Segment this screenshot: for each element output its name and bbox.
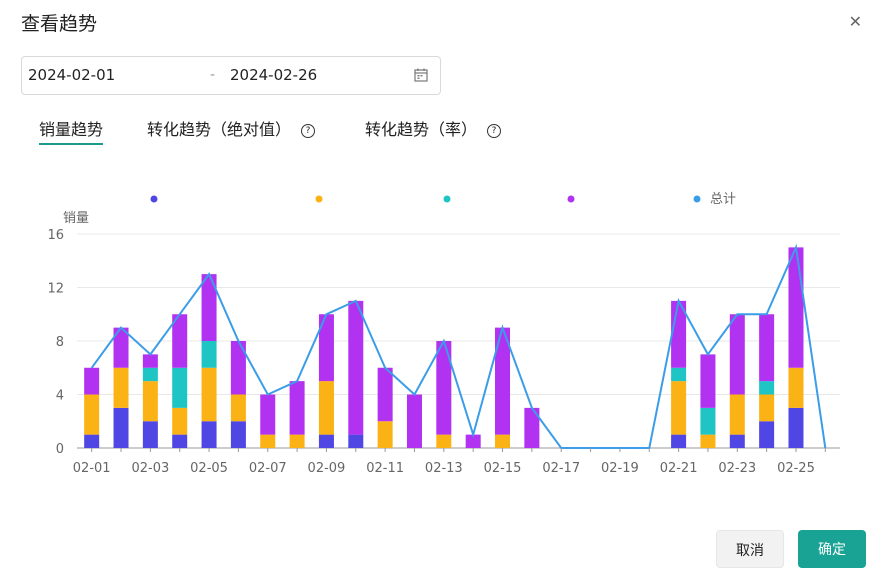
bar-segment xyxy=(260,434,276,448)
bar-segment xyxy=(142,367,158,382)
bar-segment xyxy=(759,421,775,448)
bar-segment xyxy=(318,381,334,435)
bar-segment xyxy=(201,421,217,448)
bar-segment xyxy=(289,434,305,448)
bar-segment xyxy=(788,247,804,368)
bar-segment xyxy=(348,300,364,435)
cancel-button[interactable]: 取消 xyxy=(716,530,784,568)
y-tick-label: 8 xyxy=(56,335,64,350)
bar-segment xyxy=(406,394,422,448)
x-tick-label: 02-15 xyxy=(484,461,522,476)
bar-segment xyxy=(671,434,687,448)
x-tick-label: 02-17 xyxy=(542,461,580,476)
bar-segment xyxy=(671,367,687,382)
bar-segment xyxy=(172,434,188,448)
x-tick-label: 02-11 xyxy=(366,461,404,476)
bar-segment xyxy=(230,394,246,422)
bar-segment xyxy=(142,421,158,448)
x-tick-label: 02-23 xyxy=(718,461,756,476)
bar-segment xyxy=(201,367,217,422)
bar-segment xyxy=(142,381,158,422)
x-tick-label: 02-19 xyxy=(601,461,639,476)
x-tick-label: 02-05 xyxy=(190,461,228,476)
legend-marker xyxy=(693,195,701,203)
bar-segment xyxy=(84,367,100,395)
x-tick-label: 02-25 xyxy=(777,461,815,476)
bar-segment xyxy=(260,394,276,435)
x-tick-label: 02-13 xyxy=(425,461,463,476)
bar-segment xyxy=(172,407,188,435)
x-tick-label: 02-09 xyxy=(308,461,346,476)
bar-segment xyxy=(700,354,716,408)
legend-marker xyxy=(443,195,451,203)
bar-segment xyxy=(230,421,246,448)
bar-segment xyxy=(759,381,775,395)
y-tick-label: 12 xyxy=(47,282,64,297)
bar-segment xyxy=(788,367,804,408)
bar-segment xyxy=(201,341,217,368)
y-tick-label: 16 xyxy=(47,228,64,243)
bar-segment xyxy=(671,381,687,435)
x-tick-label: 02-03 xyxy=(131,461,169,476)
legend-marker xyxy=(315,195,323,203)
bar-segment xyxy=(289,381,305,435)
bar-segment xyxy=(700,434,716,448)
bar-segment xyxy=(172,367,188,408)
y-axis-label: 销量 xyxy=(63,211,89,226)
bar-segment xyxy=(348,434,364,448)
bar-segment xyxy=(142,354,158,368)
bar-segment xyxy=(436,434,452,448)
legend-marker xyxy=(150,195,158,203)
bar-segment xyxy=(700,407,716,435)
bar-segment xyxy=(113,367,129,408)
bar-segment xyxy=(729,434,745,448)
bar-segment xyxy=(84,394,100,435)
bar-segment xyxy=(729,394,745,435)
y-tick-label: 4 xyxy=(56,389,64,404)
bar-segment xyxy=(377,367,393,422)
bar-segment xyxy=(759,394,775,422)
bar-segment xyxy=(729,314,745,395)
bar-segment xyxy=(495,434,511,448)
legend-marker xyxy=(567,195,575,203)
bar-segment xyxy=(113,407,129,448)
bar-segment xyxy=(84,434,100,448)
legend-label: 总计 xyxy=(710,192,736,207)
bar-segment xyxy=(759,314,775,382)
bar-segment xyxy=(318,434,334,448)
bar-segment xyxy=(788,407,804,448)
confirm-button[interactable]: 确定 xyxy=(798,530,866,568)
x-tick-label: 02-07 xyxy=(249,461,287,476)
bar-segment xyxy=(377,421,393,448)
y-tick-label: 0 xyxy=(56,442,64,457)
x-tick-label: 02-21 xyxy=(660,461,698,476)
x-tick-label: 02-01 xyxy=(73,461,111,476)
sales-trend-chart: 总计销量 0 4 8 12 16 02-01 02-03 02-05 02-07 02-09 02-1… xyxy=(47,192,840,476)
